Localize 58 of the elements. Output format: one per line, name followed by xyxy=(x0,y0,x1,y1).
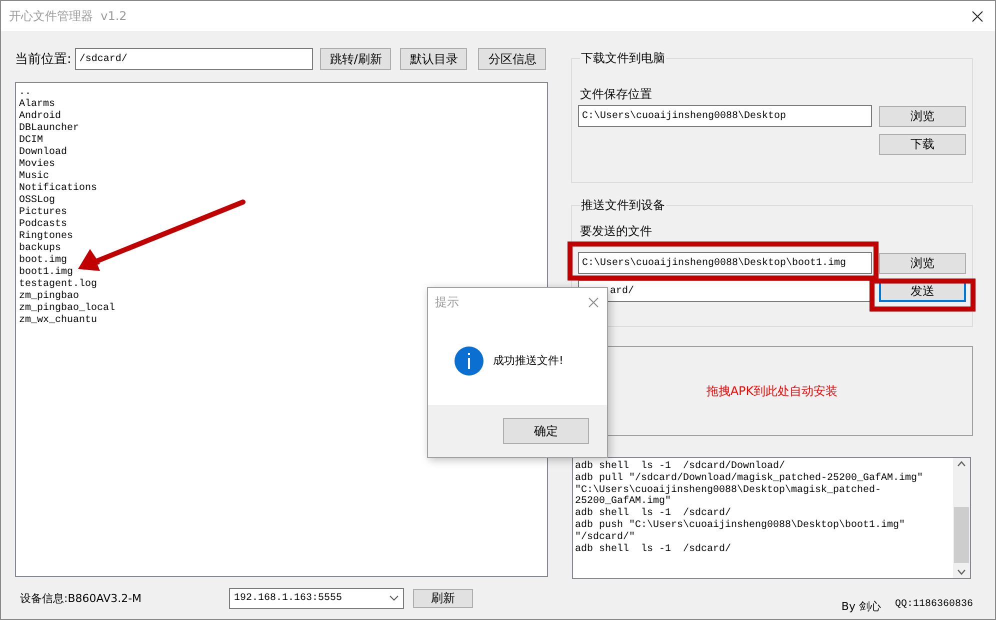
ok-button[interactable]: 确定 xyxy=(503,418,589,444)
qq-contact: QQ:1186360836 xyxy=(894,599,973,612)
group-title: 推送文件到设备 xyxy=(580,197,666,213)
info-icon xyxy=(454,346,484,376)
log-line: adb shell ls -1 /sdcard/Download/ xyxy=(575,461,786,472)
file-item[interactable]: Ringtones xyxy=(19,231,74,243)
file-item[interactable]: Podcasts xyxy=(19,219,68,231)
log-line: 25200_GafAM.img" xyxy=(575,496,672,508)
toolbar-button[interactable]: 默认目录 xyxy=(400,48,468,70)
file-item[interactable]: Download xyxy=(19,147,68,159)
device-dropdown[interactable]: 192.168.1.163:5555 xyxy=(229,588,404,608)
file-item[interactable]: zm_pingbao_local xyxy=(19,303,116,315)
scrollbar-thumb[interactable] xyxy=(954,507,969,563)
device-info: 设备信息:B860AV3.2-M xyxy=(20,590,143,606)
browse-button[interactable]: 浏览 xyxy=(879,106,966,126)
toolbar-button[interactable]: 分区信息 xyxy=(478,48,546,70)
log-line: adb shell ls -1 /sdcard/ xyxy=(575,544,732,556)
log-line: adb pull "/sdcard/Download/magisk_patched-25200_GafAM.img" xyxy=(575,472,924,484)
author-credit: By 剑心 xyxy=(841,599,881,614)
chevron-down-icon[interactable] xyxy=(957,569,966,575)
file-item[interactable]: Alarms xyxy=(19,99,56,111)
file-item[interactable]: Android xyxy=(19,111,62,123)
file-item[interactable]: DBLauncher xyxy=(19,123,80,135)
field-label: 要发送的文件 xyxy=(580,224,652,238)
field-label: 文件保存位置 xyxy=(580,87,652,101)
chevron-down-icon xyxy=(389,595,399,601)
file-item[interactable]: backups xyxy=(19,243,62,255)
file-item[interactable]: zm_wx_chuantu xyxy=(19,315,98,327)
file-item[interactable]: DCIM xyxy=(19,135,44,147)
file-item[interactable]: Movies xyxy=(19,159,56,171)
log-line: "C:\Users\cuoaijinsheng0088\Desktop\magisk_patched- xyxy=(575,484,882,496)
toolbar-button[interactable]: 跳转/刷新 xyxy=(320,48,392,70)
file-item[interactable]: Pictures xyxy=(19,207,68,219)
drop-hint: 拖拽APK到此处自动安装 xyxy=(706,382,838,400)
file-item[interactable]: Notifications xyxy=(19,183,98,195)
chevron-up-icon[interactable] xyxy=(957,461,966,467)
download-button[interactable]: 下载 xyxy=(879,134,966,155)
file-item[interactable]: zm_pingbao xyxy=(19,291,80,303)
dialog-title: 提示 xyxy=(435,294,459,310)
path-field[interactable]: /sdcard/ xyxy=(75,48,314,70)
window-title: 开心文件管理器 v1.2 xyxy=(9,8,127,24)
file-item[interactable]: testagent.log xyxy=(19,279,98,291)
browse-button[interactable]: 浏览 xyxy=(879,252,966,274)
scrollbar[interactable] xyxy=(953,458,970,578)
file-item[interactable]: Music xyxy=(19,171,50,183)
file-item[interactable]: boot.img xyxy=(19,255,68,267)
log-line: adb push "C:\Users\cuoaijinsheng0088\Desktop\boot1.img" xyxy=(575,520,906,532)
location-label: 当前位置: xyxy=(15,51,72,68)
file-path-field[interactable]: C:\Users\cuoaijinsheng0088\Desktop\boot1.img xyxy=(578,252,872,274)
file-path-field[interactable]: C:\Users\cuoaijinsheng0088\Desktop xyxy=(578,105,872,127)
file-item[interactable]: .. xyxy=(19,87,32,99)
log-line: "/sdcard/" xyxy=(575,532,636,544)
log-line: adb shell ls -1 /sdcard/ xyxy=(575,508,732,520)
group-title: 下载文件到电脑 xyxy=(580,50,666,66)
file-item[interactable]: OSSLog xyxy=(19,195,56,207)
refresh-button[interactable]: 刷新 xyxy=(413,588,473,608)
close-icon[interactable] xyxy=(972,10,983,22)
file-item[interactable]: boot1.img xyxy=(19,267,74,279)
